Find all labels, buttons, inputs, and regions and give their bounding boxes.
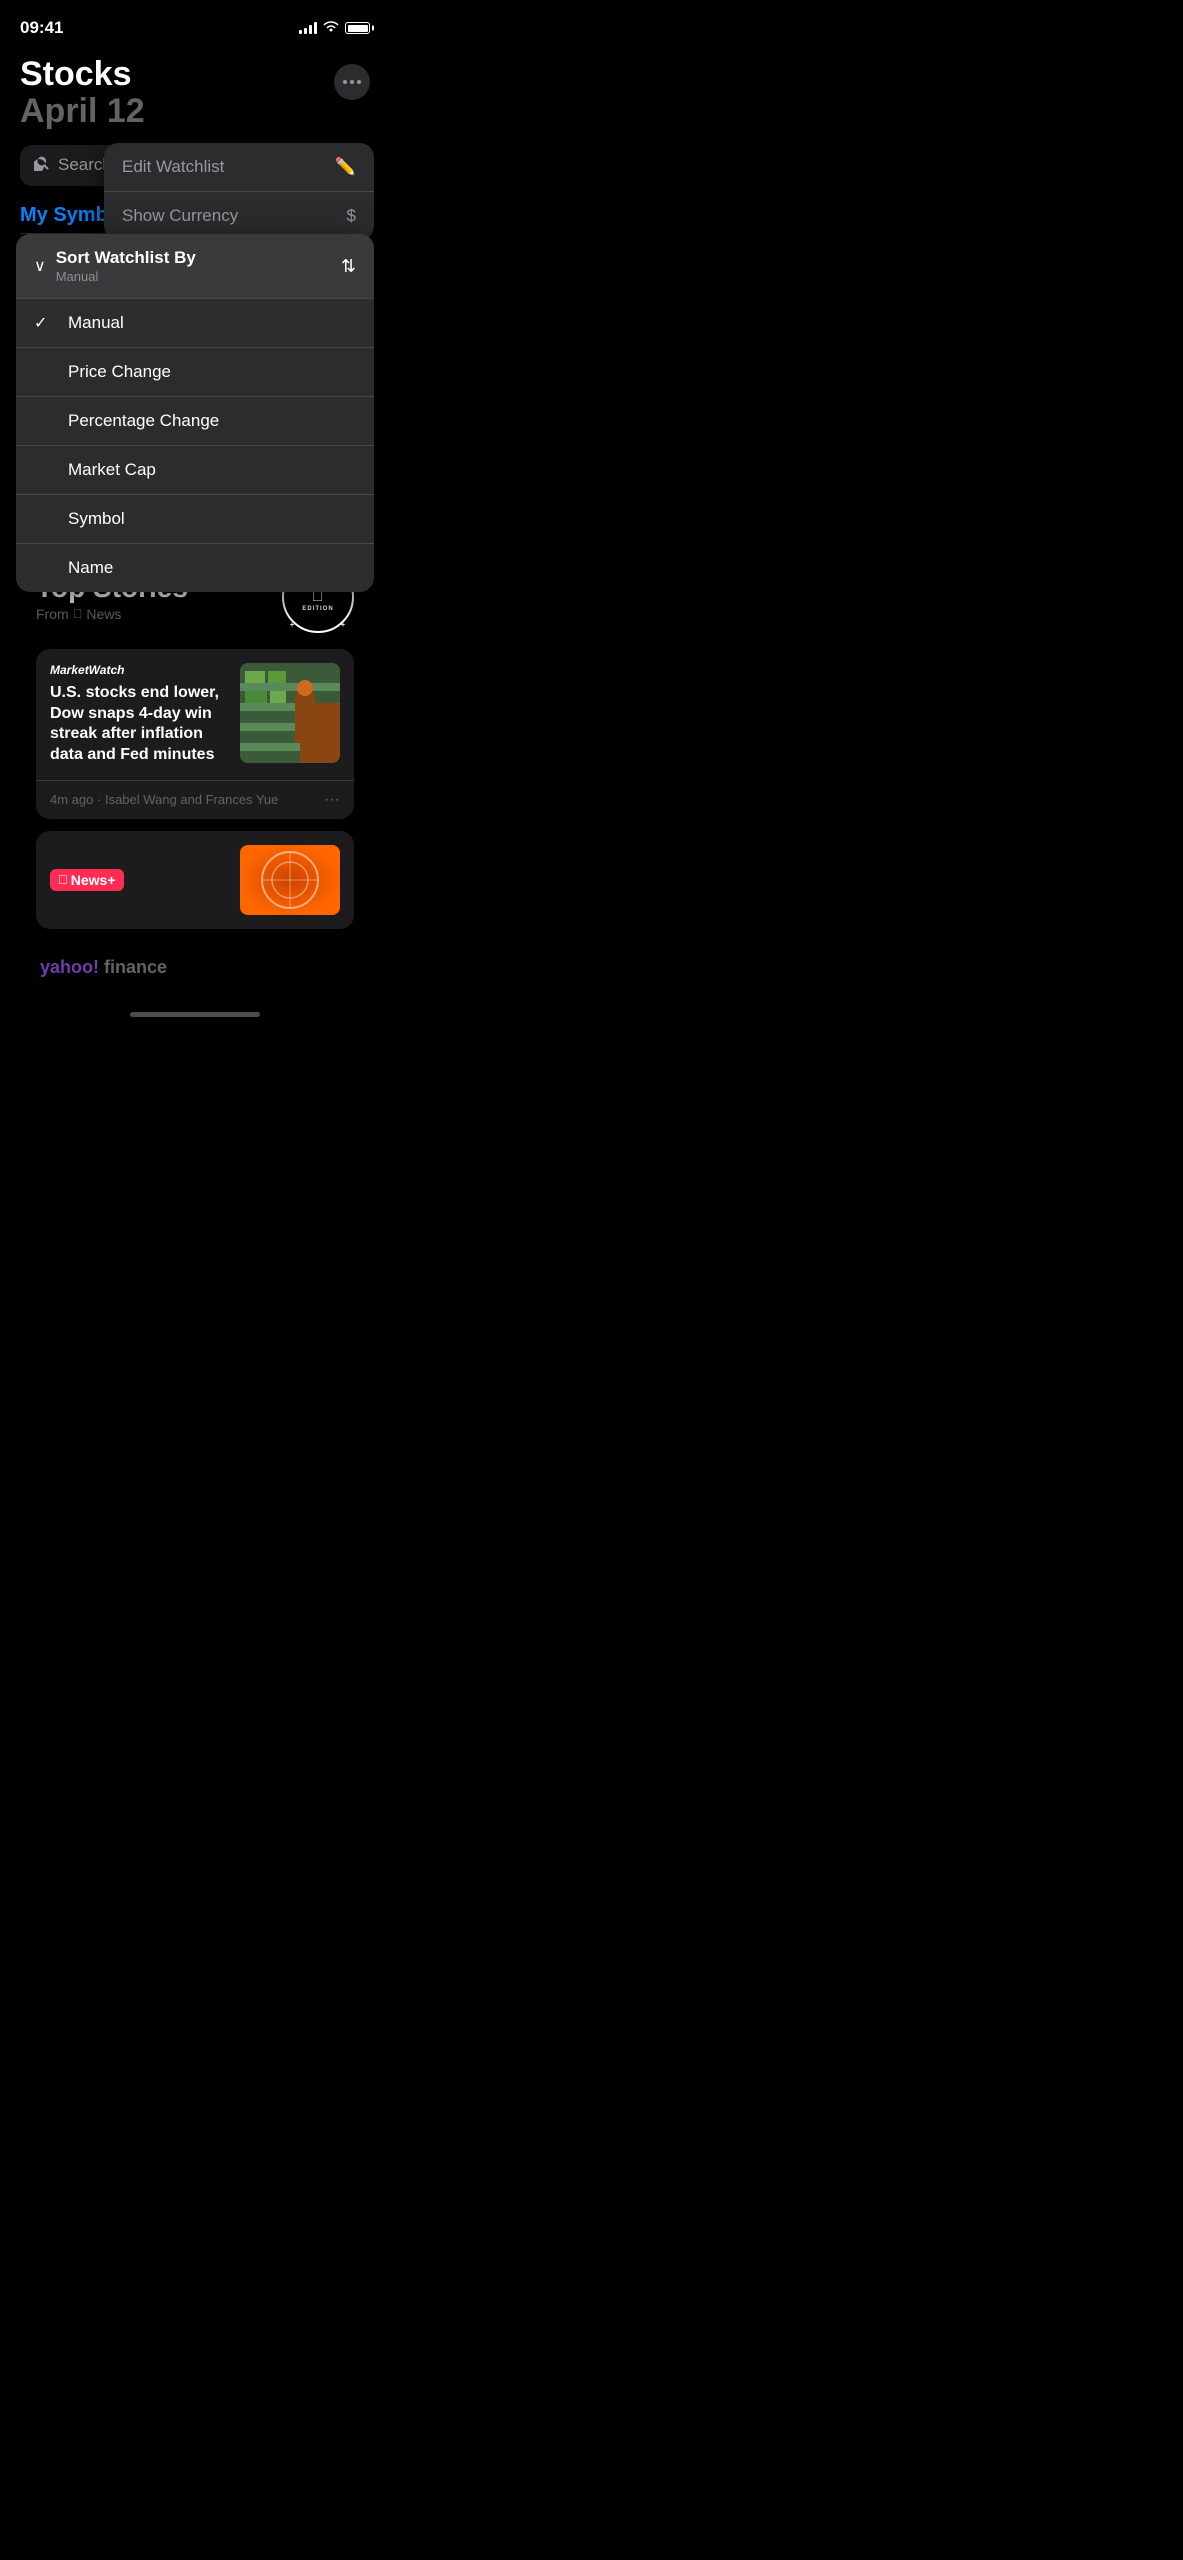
title-block: Stocks April 12 bbox=[20, 56, 145, 131]
sort-label-manual: Manual bbox=[68, 313, 124, 333]
more-dots-icon bbox=[343, 80, 361, 84]
newsplus-label: News+ bbox=[71, 872, 116, 888]
menu-item-show-currency[interactable]: Show Currency $ bbox=[104, 192, 374, 240]
sort-header[interactable]: ∨ Sort Watchlist By Manual ⇅ bbox=[16, 234, 374, 299]
main-content: Stocks April 12 Search My Symbols ⇅ AMRN… bbox=[0, 48, 390, 994]
sort-option-symbol[interactable]: ✓ Symbol bbox=[16, 495, 374, 544]
newsplus-badge:  News+ bbox=[50, 869, 124, 891]
stories-source: From  News bbox=[36, 606, 188, 622]
app-title: Stocks bbox=[20, 56, 145, 93]
sort-arrows-icon: ⇅ bbox=[341, 256, 356, 277]
dropdown-menu: Edit Watchlist ✏️ Show Currency $ bbox=[104, 143, 374, 240]
yahoo-finance-text: finance bbox=[104, 957, 167, 977]
sort-label-symbol: Symbol bbox=[68, 509, 125, 529]
news-more-button-1[interactable]: ··· bbox=[324, 791, 340, 809]
sort-current: Manual bbox=[56, 269, 196, 284]
signal-icon bbox=[299, 22, 317, 34]
newsplus-thumbnail bbox=[240, 845, 340, 915]
sort-option-price-change[interactable]: ✓ Price Change bbox=[16, 348, 374, 397]
news-source-1: MarketWatch bbox=[50, 663, 228, 677]
battery-icon bbox=[345, 22, 370, 34]
sort-option-manual[interactable]: ✓ Manual bbox=[16, 299, 374, 348]
sort-header-left: ∨ Sort Watchlist By Manual bbox=[34, 248, 196, 284]
chevron-down-icon: ∨ bbox=[34, 256, 46, 276]
status-time: 09:41 bbox=[20, 18, 63, 38]
news-headline-1: U.S. stocks end lower, Dow snaps 4-day w… bbox=[50, 683, 228, 766]
more-button[interactable] bbox=[334, 64, 370, 100]
apple-icon-newsplus:  bbox=[58, 872, 68, 887]
news-card-footer-1: 4m ago · Isabel Wang and Frances Yue ··· bbox=[36, 780, 354, 819]
news-meta-1: 4m ago · Isabel Wang and Frances Yue bbox=[50, 792, 278, 807]
sort-label-name: Name bbox=[68, 558, 113, 578]
news-text-1: MarketWatch U.S. stocks end lower, Dow s… bbox=[50, 663, 228, 766]
app-date: April 12 bbox=[20, 93, 145, 130]
currency-icon: $ bbox=[347, 206, 356, 226]
sort-submenu: ∨ Sort Watchlist By Manual ⇅ ✓ Manual ✓ … bbox=[16, 234, 374, 592]
home-indicator bbox=[0, 1004, 390, 1023]
status-icons bbox=[299, 21, 370, 36]
newsplus-card[interactable]:  News+ bbox=[36, 831, 354, 929]
sort-header-text-block: Sort Watchlist By Manual bbox=[56, 248, 196, 284]
news-image-1 bbox=[240, 663, 340, 763]
yahoo-logo: yahoo! bbox=[40, 957, 99, 977]
sort-title: Sort Watchlist By bbox=[56, 248, 196, 268]
news-card-1[interactable]: MarketWatch U.S. stocks end lower, Dow s… bbox=[36, 649, 354, 819]
show-currency-label: Show Currency bbox=[122, 206, 238, 226]
sort-label-market-cap: Market Cap bbox=[68, 460, 156, 480]
search-icon bbox=[34, 155, 50, 176]
checkmark-icon: ✓ bbox=[34, 313, 54, 333]
yahoo-brand-label: yahoo! finance bbox=[40, 957, 167, 978]
yahoo-finance-footer: yahoo! finance bbox=[20, 941, 370, 994]
news-card-inner-1: MarketWatch U.S. stocks end lower, Dow s… bbox=[36, 649, 354, 780]
wifi-icon bbox=[323, 21, 339, 36]
header-row: Stocks April 12 bbox=[20, 56, 370, 131]
pencil-icon: ✏️ bbox=[335, 157, 356, 177]
top-stories-section: Top Stories From  News SUBSCRIBER  EDI… bbox=[20, 561, 370, 929]
edit-watchlist-label: Edit Watchlist bbox=[122, 157, 224, 177]
menu-item-edit-watchlist[interactable]: Edit Watchlist ✏️ bbox=[104, 143, 374, 192]
sort-option-percentage-change[interactable]: ✓ Percentage Change bbox=[16, 397, 374, 446]
badge-edition: EDITION bbox=[302, 606, 333, 612]
sort-label-percentage-change: Percentage Change bbox=[68, 411, 219, 431]
news-thumbnail-1 bbox=[240, 663, 340, 763]
sort-option-name[interactable]: ✓ Name bbox=[16, 544, 374, 592]
home-bar bbox=[130, 1012, 260, 1017]
status-bar: 09:41 bbox=[0, 0, 390, 48]
apple-logo-icon:  bbox=[73, 606, 83, 621]
sort-label-price-change: Price Change bbox=[68, 362, 171, 382]
sort-option-market-cap[interactable]: ✓ Market Cap bbox=[16, 446, 374, 495]
